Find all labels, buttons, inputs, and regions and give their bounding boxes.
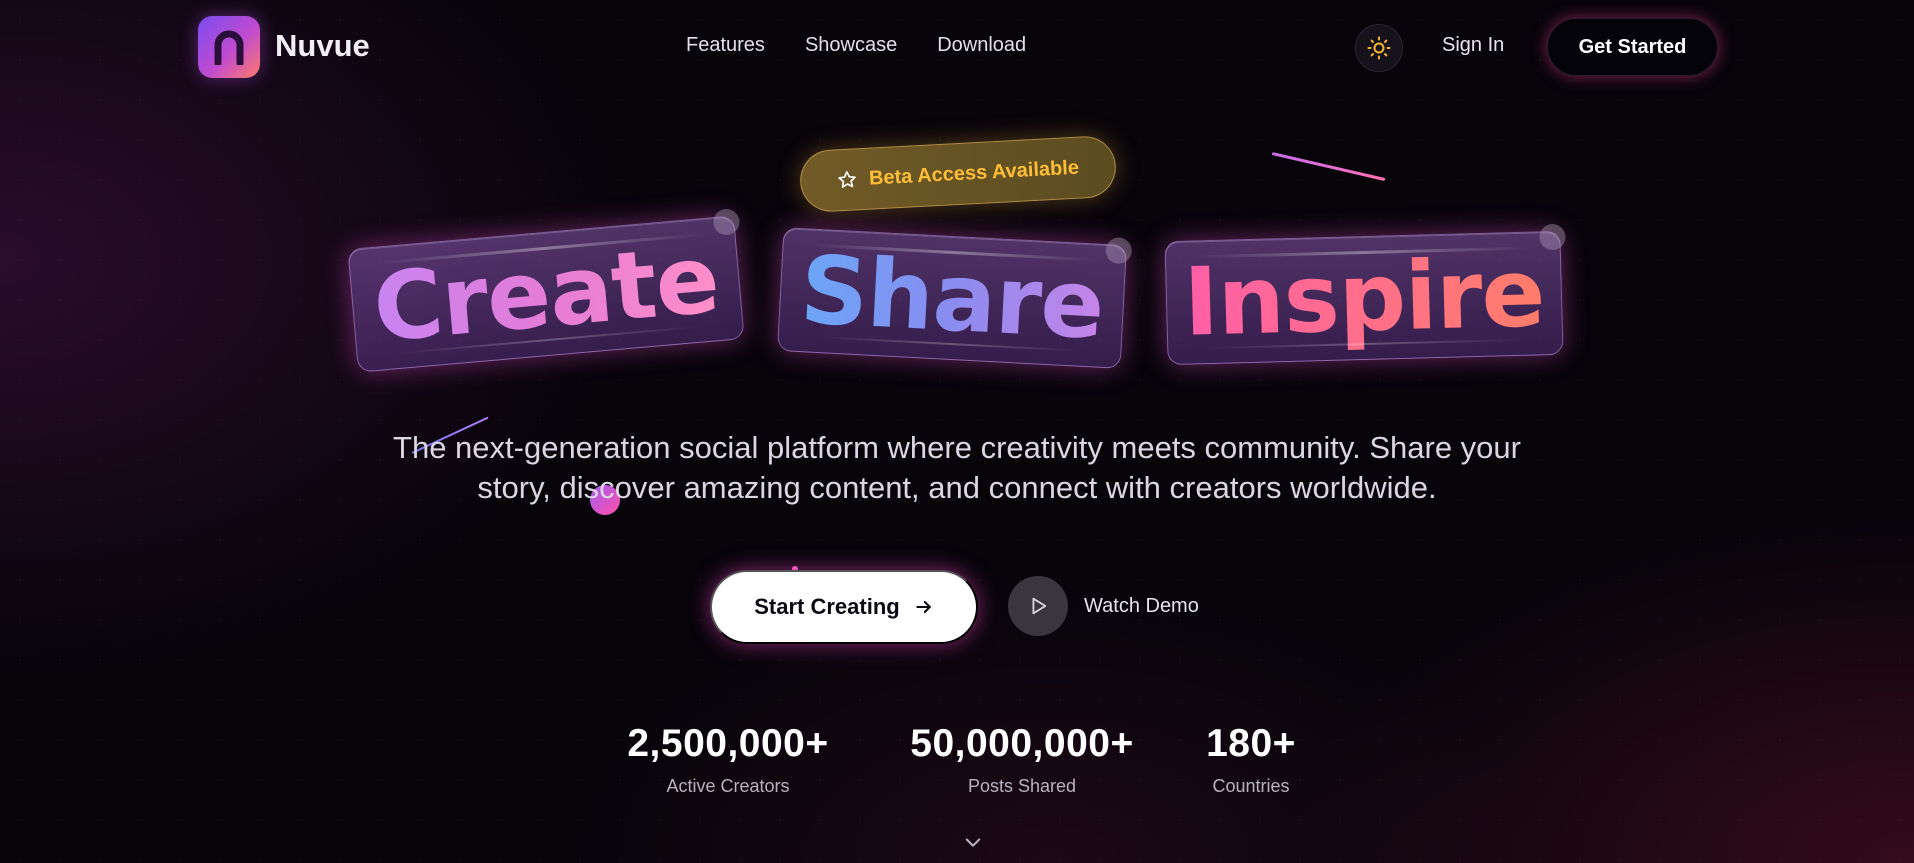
stat-posts-shared: 50,000,000+ Posts Shared [898, 722, 1146, 797]
hero-tagline: The next-generation social platform wher… [393, 430, 1521, 505]
get-started-button[interactable]: Get Started [1547, 18, 1718, 76]
logo-arch-icon [214, 30, 244, 65]
theme-toggle-button[interactable] [1355, 24, 1403, 72]
stat-label: Posts Shared [967, 776, 1077, 796]
star-icon [838, 171, 856, 188]
arrow-right-icon [916, 600, 931, 614]
start-creating-label: Start Creating [754, 594, 900, 619]
sign-in-link[interactable]: Sign In [1442, 34, 1504, 57]
nav-link-download[interactable]: Download [937, 34, 1026, 57]
nav-link-features[interactable]: Features [686, 34, 765, 57]
word-card-create: Create [347, 207, 745, 373]
play-icon [1032, 597, 1047, 615]
decorative-streak [1271, 152, 1386, 182]
card-corner-dot [1539, 223, 1566, 251]
hero-word-create: Create [369, 224, 723, 364]
stat-value: 2,500,000+ [627, 722, 829, 765]
word-card-share: Share [776, 227, 1133, 369]
stat-active-creators: 2,500,000+ Active Creators [618, 722, 838, 797]
watch-demo-button[interactable]: Watch Demo [1008, 576, 1199, 636]
word-card-inspire: Inspire [1164, 223, 1566, 366]
nav-links: Features Showcase Download [686, 34, 1026, 57]
stat-value: 50,000,000+ [910, 722, 1134, 765]
stat-countries: 180+ Countries [1190, 722, 1312, 797]
top-navigation: Nuvue Features Showcase Download Sign In… [0, 0, 1914, 94]
brand-name[interactable]: Nuvue [275, 28, 370, 64]
scroll-down-button[interactable] [962, 834, 984, 857]
stat-label: Countries [1212, 776, 1290, 796]
beta-badge-label: Beta Access Available [868, 156, 1080, 190]
watch-demo-label: Watch Demo [1084, 594, 1199, 617]
hero-word-share: Share [797, 235, 1107, 361]
chevron-down-icon [965, 838, 981, 847]
hero-word-inspire: Inspire [1182, 238, 1546, 358]
card-corner-dot [712, 207, 741, 237]
start-creating-button[interactable]: Start Creating [710, 570, 978, 644]
sun-icon [1367, 36, 1391, 60]
brand-logo[interactable] [198, 16, 260, 78]
stat-value: 180+ [1206, 722, 1296, 765]
nav-link-showcase[interactable]: Showcase [805, 34, 897, 57]
play-button-circle[interactable] [1008, 576, 1068, 636]
stat-label: Active Creators [666, 776, 790, 796]
card-corner-dot [1105, 236, 1133, 265]
beta-badge[interactable]: Beta Access Available [798, 134, 1118, 214]
